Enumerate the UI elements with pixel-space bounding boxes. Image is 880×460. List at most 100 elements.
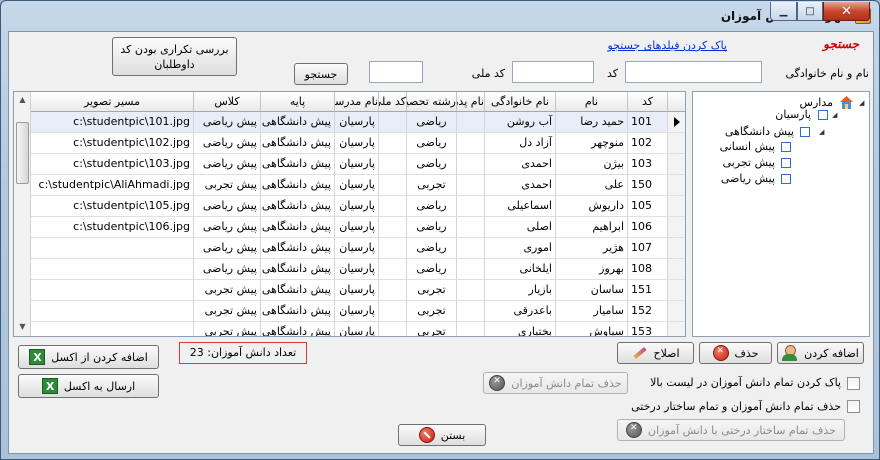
close-button[interactable]: بستن [398, 424, 486, 446]
table-cell[interactable]: پیش تجربی [194, 175, 261, 196]
grid-column-header[interactable]: رشته تحصیلی [407, 92, 457, 112]
tree-expand-school-icon[interactable]: ◢ [832, 111, 837, 119]
delete-tree-checkbox[interactable] [847, 400, 860, 413]
table-cell[interactable]: ایلخانی [485, 259, 556, 280]
table-cell[interactable]: تجربی [407, 175, 457, 196]
row-selector[interactable] [668, 154, 685, 175]
national-code-search-input[interactable] [369, 61, 423, 83]
table-cell[interactable]: پیش ریاضی [194, 196, 261, 217]
table-cell[interactable] [379, 175, 407, 196]
table-cell[interactable]: هژیر [556, 238, 628, 259]
search-button[interactable]: جستجو [294, 63, 348, 85]
table-cell[interactable]: 107 [628, 238, 668, 259]
table-cell[interactable]: اسماعیلی [485, 196, 556, 217]
table-cell[interactable] [379, 217, 407, 238]
edit-student-button[interactable]: اصلاح [617, 342, 694, 364]
tree-expand-root-icon[interactable]: ◢ [859, 99, 864, 107]
table-cell[interactable]: اصلی [485, 217, 556, 238]
title-bar[interactable]: فهرست دانش آموزان ▁ □ ✕ [1, 1, 879, 31]
table-cell[interactable] [457, 217, 485, 238]
table-cell[interactable]: پیش تجربی [194, 280, 261, 301]
table-cell[interactable]: تجربی [407, 322, 457, 336]
table-cell[interactable]: ریاضی [407, 238, 457, 259]
table-cell[interactable]: داریوش [556, 196, 628, 217]
scroll-up-arrow-icon[interactable]: ▲ [15, 92, 30, 108]
table-cell[interactable]: 103 [628, 154, 668, 175]
table-cell[interactable]: c:\studentpic\102.jpg [31, 133, 194, 154]
table-cell[interactable]: آزاد دل [485, 133, 556, 154]
grid-column-header[interactable]: کلاس [194, 92, 261, 112]
export-excel-button[interactable]: ارسال به اکسل [18, 374, 159, 398]
table-cell[interactable]: ساسان [556, 280, 628, 301]
table-cell[interactable]: پیش ریاضی [194, 259, 261, 280]
table-cell[interactable]: 108 [628, 259, 668, 280]
table-cell[interactable] [379, 154, 407, 175]
table-cell[interactable]: پیش ریاضی [194, 112, 261, 133]
table-cell[interactable] [457, 112, 485, 133]
grid-column-header[interactable]: نام خانوادگی [485, 92, 556, 112]
table-cell[interactable]: c:\studentpic\AliAhmadi.jpg [31, 175, 194, 196]
maximize-button[interactable]: □ [797, 2, 823, 21]
table-cell[interactable] [379, 133, 407, 154]
table-cell[interactable]: حمید رضا [556, 112, 628, 133]
table-cell[interactable]: پیش تجربی [194, 301, 261, 322]
check-duplicate-button[interactable]: بررسی تکراری بودن کد داوطلبان [112, 37, 237, 76]
table-cell[interactable] [457, 175, 485, 196]
table-cell[interactable]: پیش دانشگاهی [261, 217, 335, 238]
grid-column-header[interactable]: کد [628, 92, 668, 112]
table-cell[interactable] [457, 133, 485, 154]
table-cell[interactable]: پیش دانشگاهی [261, 154, 335, 175]
tree-expand-level-icon[interactable]: ◢ [819, 128, 824, 136]
add-student-button[interactable]: اضافه کردن [777, 342, 864, 364]
table-cell[interactable]: بیژن [556, 154, 628, 175]
table-cell[interactable] [457, 280, 485, 301]
row-selector[interactable] [668, 301, 685, 322]
table-cell[interactable]: باعدرقی [485, 301, 556, 322]
table-cell[interactable]: 152 [628, 301, 668, 322]
table-cell[interactable]: اموری [485, 238, 556, 259]
table-cell[interactable]: پیش ریاضی [194, 133, 261, 154]
table-cell[interactable] [457, 196, 485, 217]
table-cell[interactable]: پارسیان [335, 217, 379, 238]
tree-node-level[interactable]: پیش دانشگاهی [725, 125, 794, 138]
table-cell[interactable]: پارسیان [335, 196, 379, 217]
table-cell[interactable] [457, 301, 485, 322]
table-cell[interactable]: پیش دانشگاهی [261, 238, 335, 259]
table-cell[interactable]: پارسیان [335, 112, 379, 133]
table-cell[interactable]: بهروز [556, 259, 628, 280]
table-cell[interactable]: پیش دانشگاهی [261, 112, 335, 133]
table-cell[interactable]: ابراهیم [556, 217, 628, 238]
table-cell[interactable]: 102 [628, 133, 668, 154]
table-cell[interactable]: پیش دانشگاهی [261, 301, 335, 322]
table-cell[interactable]: 151 [628, 280, 668, 301]
row-selector[interactable] [668, 280, 685, 301]
table-cell[interactable]: سامیار [556, 301, 628, 322]
minimize-button[interactable]: ▁ [770, 2, 797, 21]
table-cell[interactable]: پارسیان [335, 280, 379, 301]
clear-all-checkbox[interactable] [847, 377, 860, 390]
delete-tree-button[interactable]: حذف تمام ساختار درختی با دانش آموزان [617, 419, 845, 441]
table-cell[interactable] [31, 322, 194, 336]
row-selector[interactable] [668, 196, 685, 217]
delete-all-students-button[interactable]: حذف تمام دانش آموزان [483, 372, 628, 394]
table-cell[interactable] [457, 322, 485, 336]
table-cell[interactable]: پیش ریاضی [194, 238, 261, 259]
table-cell[interactable] [379, 280, 407, 301]
row-selector[interactable] [668, 238, 685, 259]
table-cell[interactable]: پیش دانشگاهی [261, 196, 335, 217]
table-cell[interactable]: ریاضی [407, 196, 457, 217]
table-cell[interactable]: پیش ریاضی [194, 217, 261, 238]
close-window-button[interactable]: ✕ [823, 2, 870, 21]
table-cell[interactable]: پارسیان [335, 301, 379, 322]
table-cell[interactable]: ریاضی [407, 217, 457, 238]
table-cell[interactable]: پارسیان [335, 154, 379, 175]
table-cell[interactable]: ریاضی [407, 259, 457, 280]
row-selector[interactable] [668, 112, 685, 133]
table-cell[interactable] [31, 301, 194, 322]
table-cell[interactable] [31, 280, 194, 301]
table-cell[interactable] [379, 112, 407, 133]
table-cell[interactable]: پارسیان [335, 259, 379, 280]
table-cell[interactable]: c:\studentpic\101.jpg [31, 112, 194, 133]
students-grid[interactable]: ▲ ▼ کدنامنام خانوادگینام پدررشته تحصیلیک… [13, 91, 686, 337]
code-search-input[interactable] [512, 61, 594, 83]
